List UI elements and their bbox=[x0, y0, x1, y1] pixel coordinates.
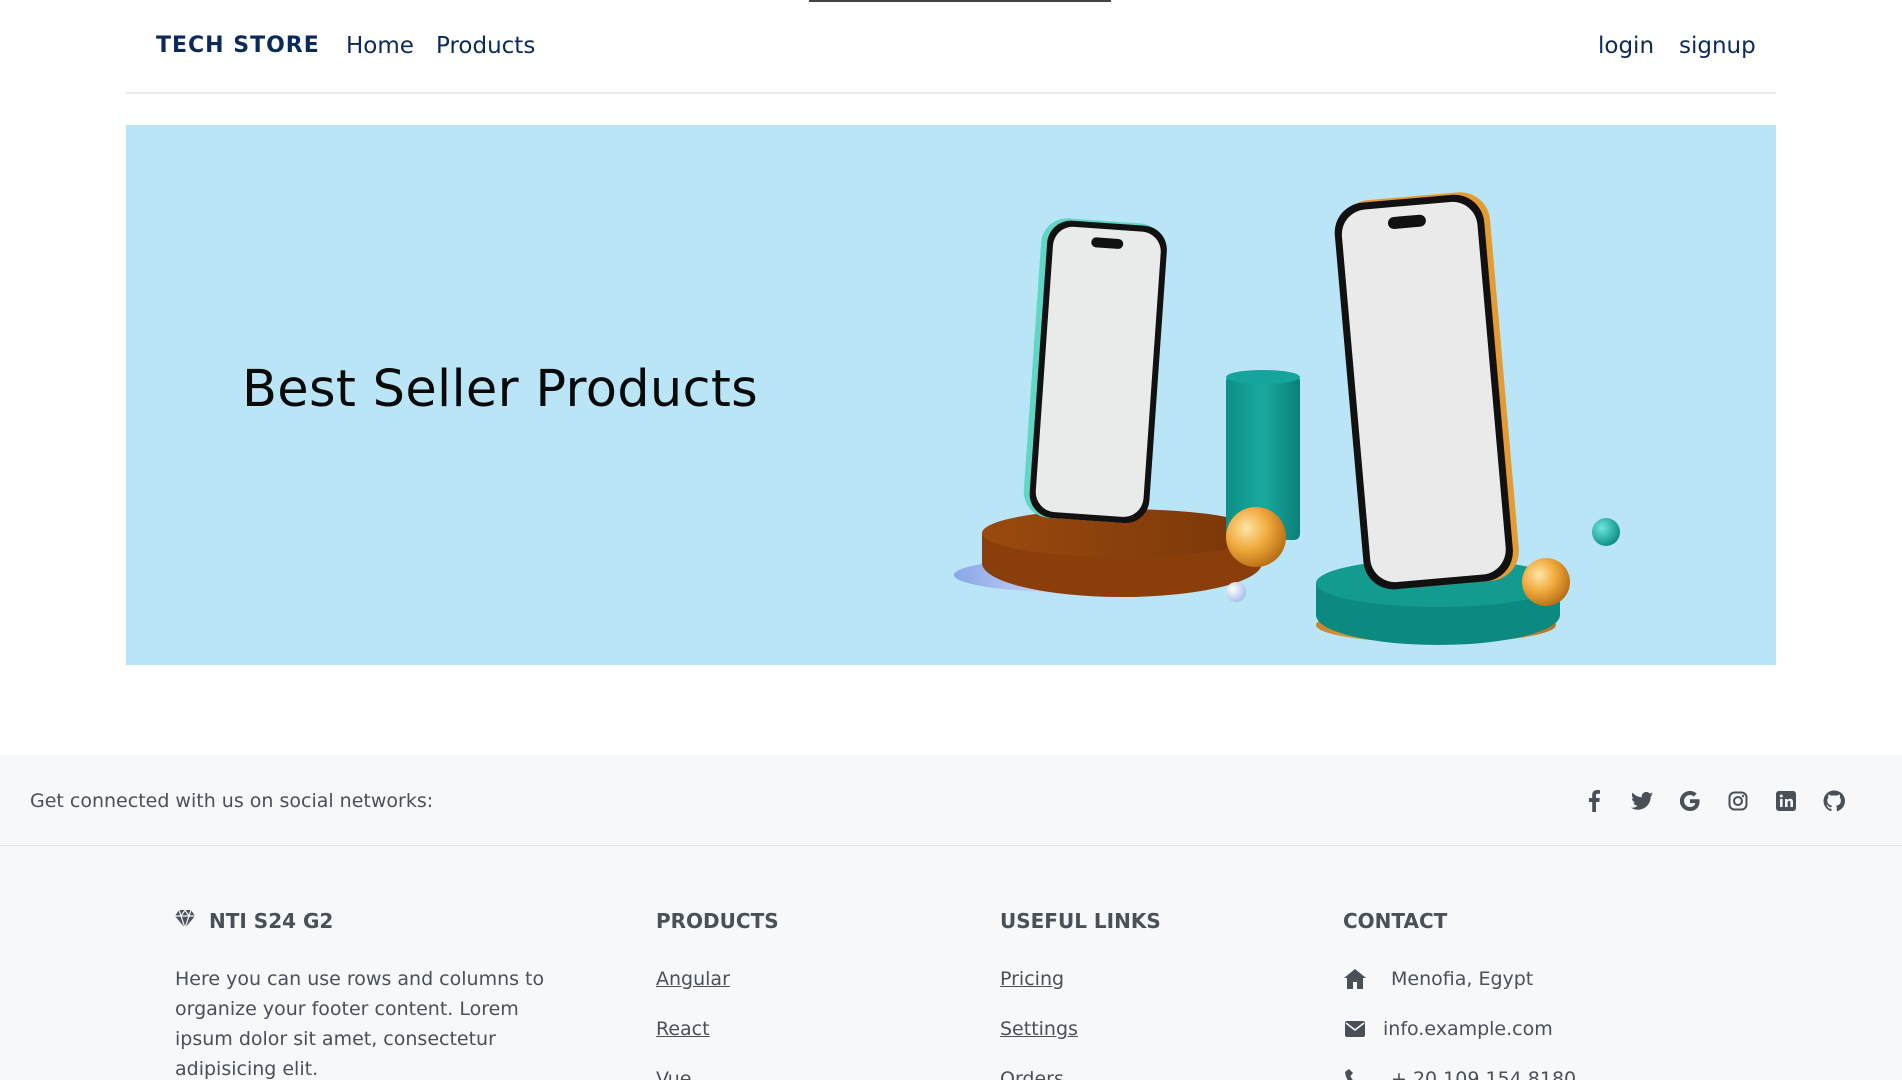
footer-useful-links-heading: USEFUL LINKS bbox=[1000, 909, 1161, 933]
footer-link-pricing[interactable]: Pricing bbox=[1000, 964, 1161, 994]
gem-icon bbox=[175, 908, 195, 933]
signup-link[interactable]: signup bbox=[1679, 33, 1756, 59]
google-icon[interactable] bbox=[1677, 788, 1703, 814]
instagram-icon[interactable] bbox=[1725, 788, 1751, 814]
navbar: TECH STORE Home Products login signup bbox=[126, 0, 1776, 94]
footer-link-angular[interactable]: Angular bbox=[656, 964, 779, 994]
footer-useful-links-column: USEFUL LINKS Pricing Settings Orders bbox=[1000, 906, 1161, 1080]
footer-link-settings[interactable]: Settings bbox=[1000, 1014, 1161, 1044]
footer-contact-column: CONTACT Menofia, Egypt info.example.com … bbox=[1343, 906, 1576, 1080]
social-strip: Get connected with us on social networks… bbox=[0, 755, 1902, 846]
login-link[interactable]: login bbox=[1598, 33, 1654, 59]
home-icon bbox=[1343, 967, 1367, 991]
footer-brand-heading: NTI S24 G2 bbox=[175, 906, 575, 936]
nav-link-products[interactable]: Products bbox=[436, 33, 535, 59]
contact-email-text: info.example.com bbox=[1383, 1018, 1553, 1040]
phone-icon bbox=[1343, 1067, 1367, 1080]
hero-title: Best Seller Products bbox=[242, 360, 758, 419]
footer-contact-heading: CONTACT bbox=[1343, 909, 1448, 933]
social-icons bbox=[1581, 788, 1847, 814]
footer-products-heading: PRODUCTS bbox=[656, 909, 779, 933]
hero-banner: Best Seller Products bbox=[126, 125, 1776, 665]
contact-address-text: Menofia, Egypt bbox=[1391, 968, 1534, 990]
hero-phones-illustration bbox=[954, 192, 1620, 645]
contact-email: info.example.com bbox=[1343, 1014, 1576, 1044]
footer-link-orders[interactable]: Orders bbox=[1000, 1064, 1161, 1080]
footer-link-react[interactable]: React bbox=[656, 1014, 779, 1044]
footer-brand-column: NTI S24 G2 Here you can use rows and col… bbox=[175, 906, 575, 1080]
contact-phone-text: + 20 109 154 8180 bbox=[1391, 1068, 1577, 1080]
github-icon[interactable] bbox=[1821, 788, 1847, 814]
envelope-icon bbox=[1343, 1017, 1367, 1041]
footer-products-column: PRODUCTS Angular React Vue bbox=[656, 906, 779, 1080]
twitter-icon[interactable] bbox=[1629, 788, 1655, 814]
nav-link-home[interactable]: Home bbox=[346, 33, 414, 59]
contact-address: Menofia, Egypt bbox=[1343, 964, 1576, 994]
social-strip-text: Get connected with us on social networks… bbox=[30, 790, 434, 812]
linkedin-icon[interactable] bbox=[1773, 788, 1799, 814]
footer: NTI S24 G2 Here you can use rows and col… bbox=[0, 846, 1902, 1080]
footer-brand-description: Here you can use rows and columns to org… bbox=[175, 968, 545, 1080]
brand-logo[interactable]: TECH STORE bbox=[156, 33, 320, 58]
facebook-icon[interactable] bbox=[1581, 788, 1607, 814]
contact-phone: + 20 109 154 8180 bbox=[1343, 1064, 1576, 1080]
footer-brand-title: NTI S24 G2 bbox=[209, 909, 334, 933]
footer-link-vue[interactable]: Vue bbox=[656, 1064, 779, 1080]
